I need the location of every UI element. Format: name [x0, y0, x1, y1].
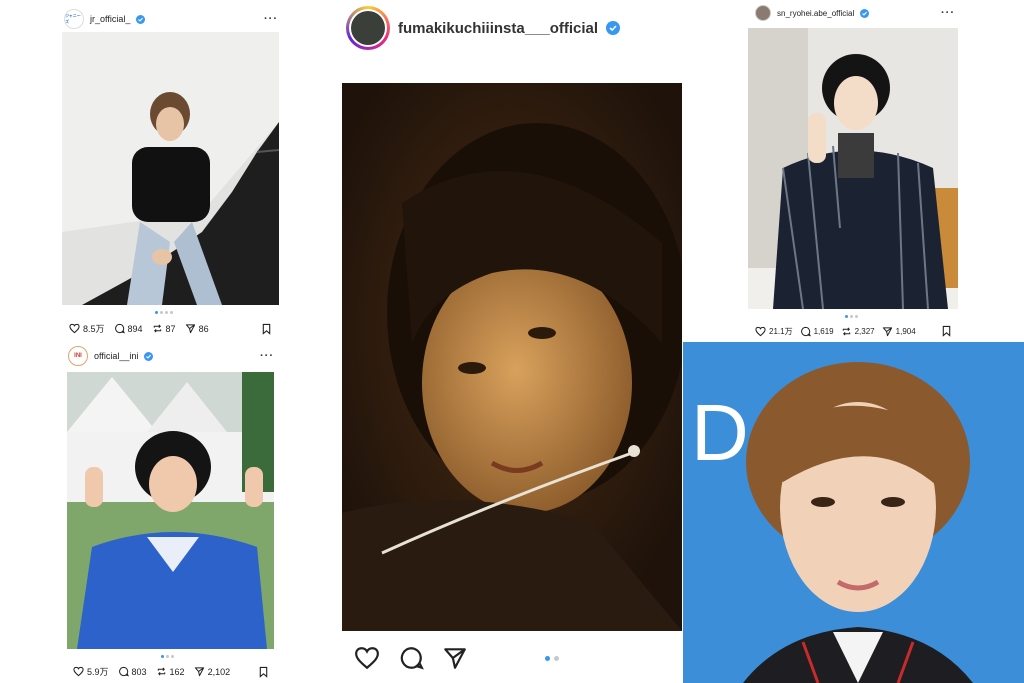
post-photo-top-left[interactable]	[62, 32, 279, 305]
share-count: 86	[198, 323, 209, 334]
share-button[interactable]: 86	[185, 323, 209, 334]
send-icon	[882, 326, 892, 336]
comment-icon	[118, 666, 129, 677]
comment-count: 803	[131, 666, 147, 677]
post-actions-top-right: 21.1万 1,619 2,327 1,904	[755, 325, 952, 337]
verified-badge-icon	[860, 8, 870, 18]
more-icon[interactable]: ···	[264, 13, 278, 25]
carousel-dots	[161, 655, 174, 658]
heart-icon	[755, 326, 766, 336]
like-button[interactable]: 8.5万	[69, 322, 105, 335]
post-actions-center	[354, 645, 669, 671]
post-header-bottom-left: INI official__ini ···	[68, 346, 274, 366]
more-icon[interactable]: ···	[941, 7, 955, 19]
send-icon	[185, 324, 195, 334]
like-button[interactable]: 5.9万	[73, 665, 109, 678]
carousel-dots	[845, 315, 858, 318]
username[interactable]: sn_ryohei.abe_official	[777, 9, 854, 18]
avatar[interactable]	[755, 5, 771, 21]
verified-badge-icon	[606, 21, 621, 35]
carousel-dots	[155, 311, 173, 314]
repost-button[interactable]: 87	[152, 323, 176, 334]
like-count: 8.5万	[83, 324, 105, 334]
comment-button[interactable]: 803	[118, 666, 147, 677]
heart-icon	[355, 647, 379, 670]
share-count: 1,904	[895, 326, 916, 336]
repost-count: 162	[169, 666, 185, 677]
verified-badge-icon	[144, 351, 154, 361]
like-count: 5.9万	[87, 667, 109, 677]
heart-icon	[73, 666, 84, 677]
comment-icon	[800, 326, 811, 336]
post-header-top-right: sn_ryohei.abe_official ···	[755, 5, 955, 21]
share-count: 2,102	[207, 666, 231, 677]
verified-badge-icon	[136, 14, 146, 24]
comment-button[interactable]: 1,619	[800, 326, 834, 337]
share-button[interactable]: 1,904	[882, 326, 916, 337]
repost-button[interactable]: 162	[156, 666, 185, 677]
repost-icon	[842, 326, 850, 336]
post-header-center: fumakikuchiiinsta___official	[346, 6, 646, 50]
more-icon[interactable]: ···	[260, 350, 274, 362]
bookmark-icon[interactable]	[261, 323, 272, 335]
like-button[interactable]	[354, 645, 380, 671]
comment-button[interactable]: 894	[114, 323, 143, 334]
post-actions-top-left: 8.5万 894 87 86	[69, 322, 272, 335]
comment-icon	[114, 323, 125, 334]
heart-icon	[69, 323, 80, 334]
repost-icon	[153, 324, 161, 333]
carousel-dots	[545, 655, 559, 661]
comment-button[interactable]	[398, 645, 424, 671]
comment-count: 894	[127, 323, 143, 334]
repost-icon	[157, 667, 165, 676]
like-count: 21.1万	[769, 326, 793, 336]
like-button[interactable]: 21.1万	[755, 326, 793, 337]
send-icon	[444, 648, 466, 669]
username[interactable]: official__ini	[94, 351, 138, 361]
repost-count: 87	[165, 323, 176, 334]
bookmark-icon[interactable]	[258, 666, 269, 678]
comment-count: 1,619	[813, 326, 834, 336]
backdrop-letter: D	[691, 388, 749, 477]
post-photo-center[interactable]	[342, 83, 682, 631]
repost-button[interactable]: 2,327	[841, 326, 875, 337]
username[interactable]: jr_official_	[90, 14, 130, 24]
share-button[interactable]: 2,102	[194, 666, 231, 677]
post-actions-bottom-left: 5.9万 803 162 2,102	[73, 665, 269, 678]
avatar[interactable]: INI	[68, 346, 88, 366]
post-photo-bottom-left[interactable]	[67, 372, 274, 649]
post-header-top-left: ジャニーズ jr_official_ ···	[64, 9, 278, 29]
post-photo-top-right[interactable]	[748, 28, 958, 309]
avatar[interactable]	[346, 6, 390, 50]
comment-icon	[400, 647, 424, 670]
send-icon	[194, 667, 204, 677]
share-button[interactable]	[442, 645, 468, 671]
repost-count: 2,327	[854, 326, 875, 336]
bookmark-icon[interactable]	[941, 325, 952, 337]
username[interactable]: fumakikuchiiinsta___official	[398, 20, 598, 37]
avatar[interactable]: ジャニーズ	[64, 9, 84, 29]
photo-bottom-right[interactable]: D	[683, 342, 1024, 683]
